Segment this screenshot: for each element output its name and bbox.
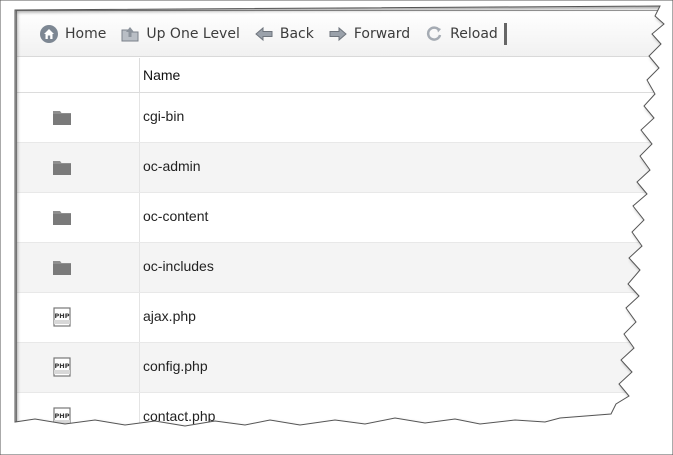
torn-edge-border (0, 0, 673, 455)
file-manager-window: Home Up One Level Back Forward Reload Na… (0, 0, 673, 455)
